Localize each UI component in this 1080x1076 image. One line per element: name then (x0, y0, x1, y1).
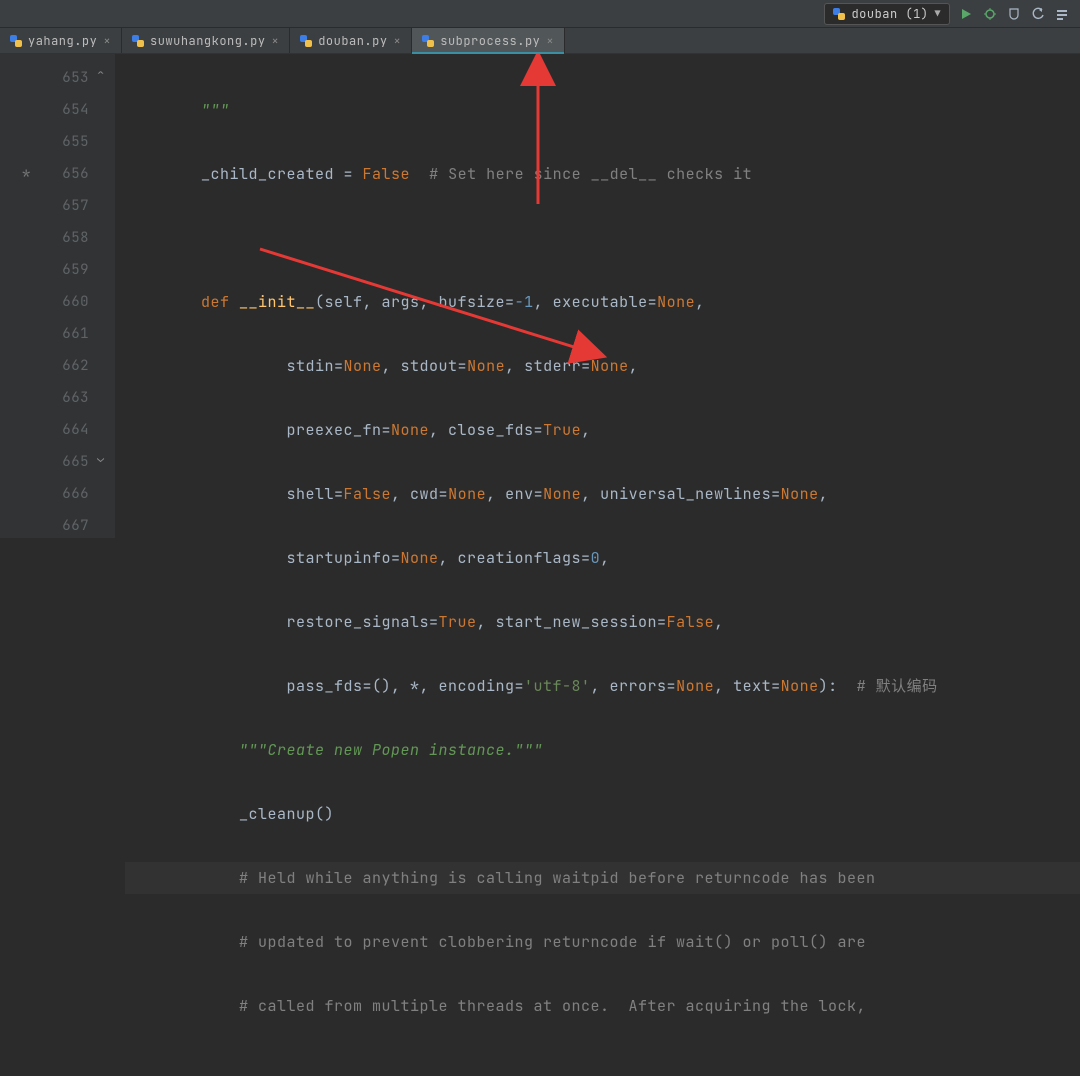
more-icon[interactable] (1054, 6, 1070, 22)
close-icon[interactable]: × (546, 33, 554, 49)
tab-label: subprocess.py (440, 33, 540, 49)
line-number: 663 (0, 382, 89, 414)
tab-label: suwuhangkong.py (150, 33, 266, 49)
python-icon (10, 35, 22, 47)
line-number: 665 (0, 446, 89, 478)
chevron-down-icon: ▼ (935, 7, 942, 20)
run-config-label: douban (1) (851, 6, 928, 22)
tab-suwuhangkong[interactable]: suwuhangkong.py × (122, 28, 290, 53)
tab-label: douban.py (318, 33, 387, 49)
run-icon[interactable] (958, 6, 974, 22)
python-icon (833, 8, 845, 20)
python-icon (422, 35, 434, 47)
python-icon (132, 35, 144, 47)
run-config-selector[interactable]: douban (1) ▼ (824, 3, 950, 25)
top-toolbar: douban (1) ▼ (0, 0, 1080, 28)
python-icon (300, 35, 312, 47)
line-number: 664 (0, 414, 89, 446)
line-number: 667 (0, 510, 89, 542)
line-number: 662 (0, 350, 89, 382)
tab-label: yahang.py (28, 33, 97, 49)
close-icon[interactable]: × (394, 33, 402, 49)
line-number: 653 (0, 62, 89, 94)
close-icon[interactable]: × (272, 33, 280, 49)
line-number: 658 (0, 222, 89, 254)
line-number: 661 (0, 318, 89, 350)
debug-icon[interactable] (982, 6, 998, 22)
line-number: 656 (0, 158, 89, 190)
code-area[interactable]: """ _child_created = False # Set here si… (115, 54, 1080, 538)
editor: 653 654 655 656 657 658 659 660 661 662 … (0, 54, 1080, 538)
fold-arrow-icon[interactable]: ⌃ (97, 66, 105, 82)
line-number: 654 (0, 94, 89, 126)
line-number-gutter: 653 654 655 656 657 658 659 660 661 662 … (0, 54, 95, 538)
line-number: 657 (0, 190, 89, 222)
fold-arrow-icon[interactable]: ⌄ (97, 450, 105, 466)
line-number: 660 (0, 286, 89, 318)
close-icon[interactable]: × (103, 33, 111, 49)
line-number: 659 (0, 254, 89, 286)
tab-yahang[interactable]: yahang.py × (0, 28, 122, 53)
tab-bar: yahang.py × suwuhangkong.py × douban.py … (0, 28, 1080, 54)
line-number: 666 (0, 478, 89, 510)
reload-icon[interactable] (1030, 6, 1046, 22)
fold-column: ⌃ ⌄ (95, 54, 115, 538)
tab-douban[interactable]: douban.py × (290, 28, 412, 53)
line-number: 655 (0, 126, 89, 158)
tab-subprocess[interactable]: subprocess.py × (412, 28, 565, 53)
coverage-icon[interactable] (1006, 6, 1022, 22)
